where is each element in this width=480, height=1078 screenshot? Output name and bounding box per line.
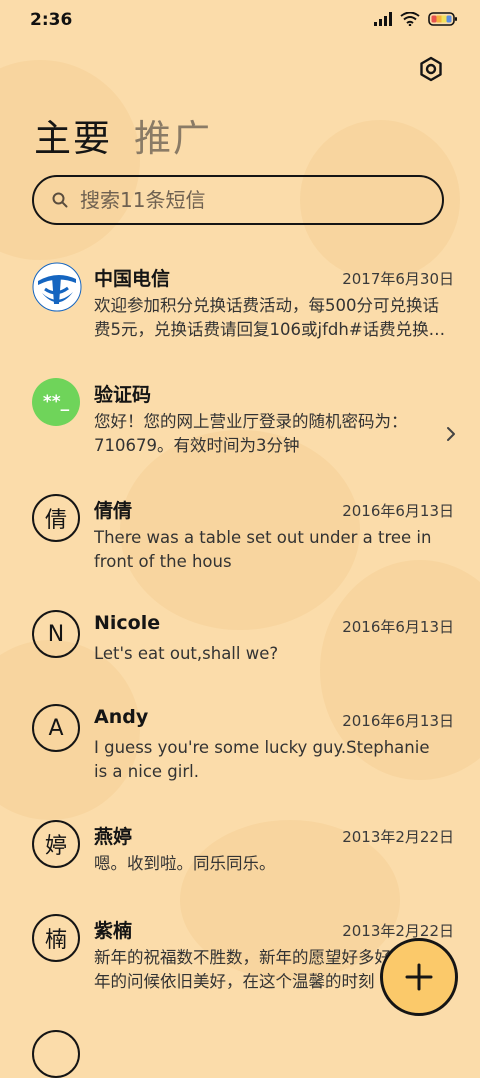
message-date: 2016年6月13日 <box>342 712 454 730</box>
gear-icon[interactable] <box>418 56 444 82</box>
wifi-icon <box>400 12 420 26</box>
avatar: 楠 <box>32 914 80 962</box>
tab-primary[interactable]: 主要 <box>34 108 112 162</box>
message-date: 2017年6月30日 <box>342 270 454 288</box>
contact-name: 中国电信 <box>94 268 171 290</box>
contact-name: 紫楠 <box>94 920 133 942</box>
message-date: 2013年2月22日 <box>342 828 454 846</box>
conversation-item[interactable]: 婷 燕婷 2013年2月22日 嗯。收到啦。同乐同乐。 <box>0 808 480 902</box>
avatar <box>32 262 82 312</box>
plus-icon <box>405 963 433 991</box>
conversation-item[interactable]: N Nicole 2016年6月13日 Let's eat out,shall … <box>0 598 480 692</box>
china-telecom-logo <box>32 262 82 312</box>
contact-name: 倩倩 <box>94 500 133 522</box>
message-preview: 您好！您的网上营业厅登录的随机密码为：710679。有效时间为3分钟 <box>94 412 408 455</box>
message-date: 2016年6月13日 <box>342 502 454 520</box>
battery-icon <box>428 12 457 26</box>
contact-name: Andy <box>94 706 149 728</box>
search-bar[interactable] <box>32 175 444 225</box>
status-time: 2:36 <box>30 10 73 30</box>
avatar: **_ <box>32 378 80 426</box>
avatar <box>32 1030 80 1078</box>
conversation-item[interactable]: A Andy 2016年6月13日 I guess you're some lu… <box>0 692 480 808</box>
message-preview: I guess you're some lucky guy.Stephanie … <box>94 738 430 781</box>
search-icon <box>52 192 68 208</box>
avatar: N <box>32 610 80 658</box>
avatar: 婷 <box>32 820 80 868</box>
new-message-button[interactable] <box>380 938 458 1016</box>
signal-icon <box>374 12 392 26</box>
message-preview: 欢迎参加积分兑换话费活动，每500分可兑换话费5元，兑换话费请回复106或jfd… <box>94 296 446 339</box>
contact-name: 验证码 <box>94 384 152 406</box>
message-date: 2016年6月13日 <box>342 618 454 636</box>
status-icons <box>374 12 458 26</box>
tab-promotions[interactable]: 推广 <box>134 108 212 162</box>
message-preview: 嗯。收到啦。同乐同乐。 <box>94 854 276 873</box>
contact-name: Nicole <box>94 612 161 634</box>
avatar: 倩 <box>32 494 80 542</box>
tab-bar: 主要 推广 <box>34 108 212 162</box>
conversation-item[interactable]: 中国电信 2017年6月30日 欢迎参加积分兑换话费活动，每500分可兑换话费5… <box>0 250 480 366</box>
chevron-right-icon[interactable] <box>446 426 456 442</box>
avatar: A <box>32 704 80 752</box>
conversation-item[interactable] <box>0 1018 480 1078</box>
search-input[interactable] <box>78 187 412 213</box>
conversation-item[interactable]: 倩 倩倩 2016年6月13日 There was a table set ou… <box>0 482 480 598</box>
contact-name: 燕婷 <box>94 826 133 848</box>
message-preview: There was a table set out under a tree i… <box>94 528 432 571</box>
status-bar: 2:36 <box>0 0 480 40</box>
message-date: 2013年2月22日 <box>342 922 454 940</box>
conversation-item[interactable]: **_ 验证码 您好！您的网上营业厅登录的随机密码为：710679。有效时间为3… <box>0 366 480 482</box>
message-preview: Let's eat out,shall we? <box>94 644 279 663</box>
